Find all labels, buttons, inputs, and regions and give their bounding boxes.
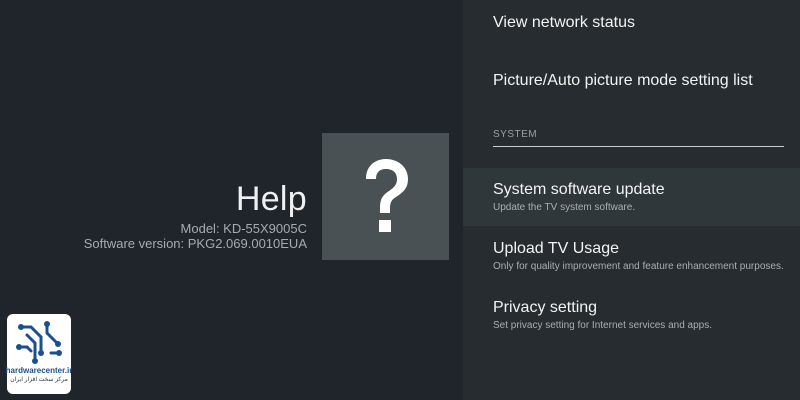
menu-item-label: Privacy setting — [493, 299, 598, 316]
menu-item-label: Picture/Auto picture mode setting list — [493, 72, 753, 89]
menu-item-description: Only for quality improvement and feature… — [493, 261, 784, 272]
menu-item-label: View network status — [493, 14, 635, 31]
menu-item-system-software-update[interactable]: System software update Update the TV sys… — [463, 168, 800, 226]
menu-item-privacy-setting[interactable]: Privacy setting Set privacy setting for … — [463, 299, 800, 331]
settings-menu: View network status Picture/Auto picture… — [463, 0, 800, 400]
menu-item-upload-tv-usage[interactable]: Upload TV Usage Only for quality improve… — [463, 240, 800, 272]
menu-item-description: Set privacy setting for Internet service… — [493, 320, 712, 331]
menu-item-picture-mode-list[interactable]: Picture/Auto picture mode setting list — [463, 72, 800, 90]
menu-item-label: Upload TV Usage — [493, 240, 619, 257]
help-info-panel: Help Model: KD-55X9005C Software version… — [0, 0, 463, 400]
menu-item-description: Update the TV system software. — [493, 202, 636, 213]
model-info: Model: KD-55X9005C — [180, 221, 307, 236]
section-header-system: SYSTEM — [493, 129, 784, 147]
question-mark-icon — [365, 158, 408, 232]
watermark-tagline: مرکز سخت افزار ایران — [10, 377, 68, 383]
circuit-logo-icon — [16, 321, 62, 364]
menu-item-label: System software update — [493, 181, 665, 198]
page-title: Help — [235, 180, 307, 218]
software-version-info: Software version: PKG2.069.0010EUA — [83, 236, 307, 251]
tv-settings-screen: Help Model: KD-55X9005C Software version… — [0, 0, 800, 400]
menu-item-view-network-status[interactable]: View network status — [463, 14, 800, 32]
watermark-brand: hardwarecenter.ir — [5, 366, 73, 375]
help-icon-tile — [322, 133, 449, 260]
watermark-logo: hardwarecenter.ir مرکز سخت افزار ایران — [5, 314, 73, 394]
